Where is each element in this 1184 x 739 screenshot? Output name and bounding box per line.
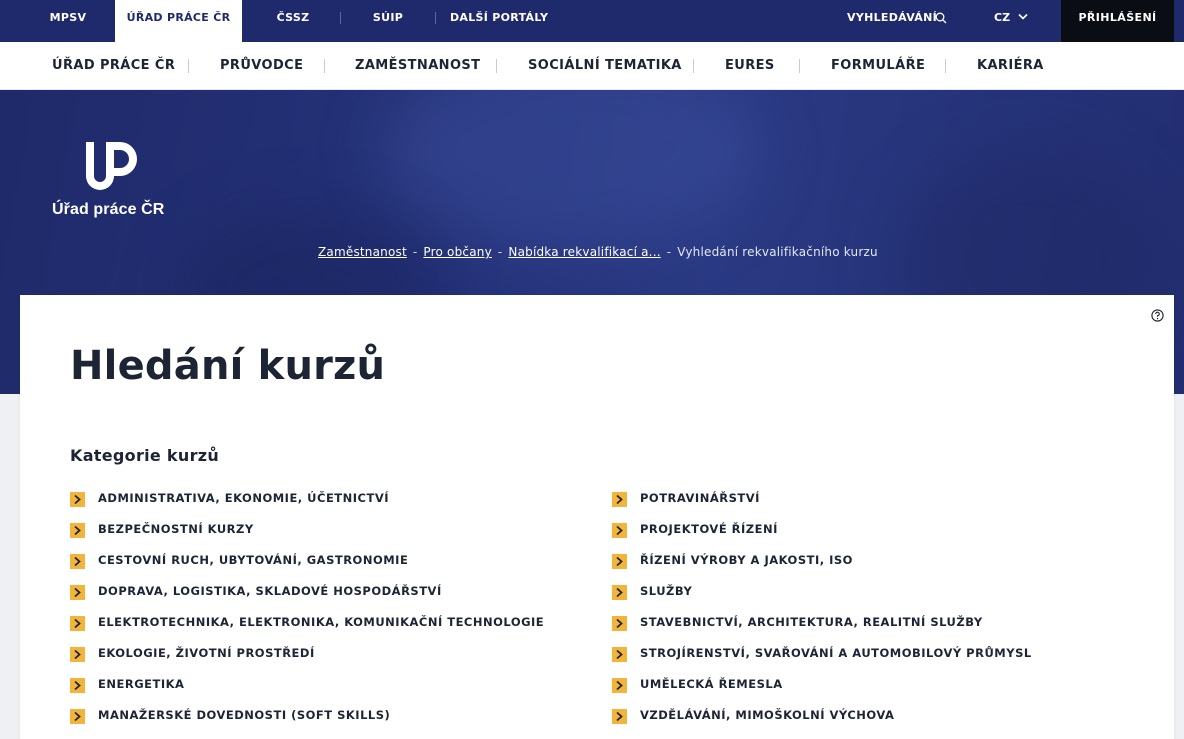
chevron-right-icon bbox=[612, 523, 627, 538]
category-label: ADMINISTRATIVA, EKONOMIE, ÚČETNICTVÍ bbox=[98, 491, 390, 505]
nav-item-formulare[interactable]: FORMULÁŘE bbox=[831, 42, 925, 90]
breadcrumb-link-nabidka-rekvalifikaci[interactable]: Nabídka rekvalifikací a... bbox=[508, 245, 660, 259]
hero-background-shape bbox=[380, 90, 760, 250]
chevron-right-icon bbox=[612, 647, 627, 662]
portal-link-urad-prace[interactable]: ÚŘAD PRÁCE ČR bbox=[115, 0, 242, 42]
nav-item-socialni-tematika[interactable]: SOCIÁLNÍ TEMATIKA bbox=[528, 42, 682, 90]
category-label: VZDĚLÁVÁNÍ, MIMOŠKOLNÍ VÝCHOVA bbox=[640, 708, 895, 722]
category-label: POTRAVINÁŘSTVÍ bbox=[640, 491, 760, 505]
category-label: SLUŽBY bbox=[640, 584, 693, 598]
content-card: Hledání kurzů Kategorie kurzů ADMINISTRA… bbox=[20, 295, 1174, 739]
breadcrumb-separator: - bbox=[412, 245, 418, 259]
language-value: CZ bbox=[994, 11, 1011, 24]
portal-divider bbox=[340, 12, 341, 24]
portal-link-cssz[interactable]: ČSSZ bbox=[262, 0, 324, 42]
chevron-right-icon bbox=[70, 492, 85, 507]
breadcrumb-separator: - bbox=[666, 245, 672, 259]
search-icon bbox=[935, 12, 947, 24]
category-label: STROJÍRENSTVÍ, SVAŘOVÁNÍ A AUTOMOBILOVÝ … bbox=[640, 646, 1032, 660]
chevron-right-icon bbox=[612, 585, 627, 600]
chevron-right-icon bbox=[612, 709, 627, 724]
nav-divider bbox=[188, 59, 189, 73]
nav-item-eures[interactable]: EURES bbox=[725, 42, 775, 90]
category-label: DOPRAVA, LOGISTIKA, SKLADOVÉ HOSPODÁŘSTV… bbox=[98, 584, 442, 598]
chevron-right-icon bbox=[70, 523, 85, 538]
login-button[interactable]: PŘIHLÁŠENÍ bbox=[1061, 0, 1174, 42]
portal-link-mpsv[interactable]: MPSV bbox=[36, 0, 100, 42]
portal-link-suip[interactable]: SÚIP bbox=[358, 0, 418, 42]
category-label: ŘÍZENÍ VÝROBY A JAKOSTI, ISO bbox=[640, 553, 853, 567]
category-label: MANAŽERSKÉ DOVEDNOSTI (SOFT SKILLS) bbox=[98, 708, 391, 722]
breadcrumb-link-pro-obcany[interactable]: Pro občany bbox=[423, 245, 491, 259]
chevron-right-icon bbox=[70, 678, 85, 693]
category-label: ENERGETIKA bbox=[98, 677, 185, 691]
nav-divider bbox=[324, 59, 325, 73]
chevron-right-icon bbox=[70, 709, 85, 724]
nav-item-pruvodce[interactable]: PRŮVODCE bbox=[220, 42, 303, 90]
category-label: BEZPEČNOSTNÍ KURZY bbox=[98, 522, 254, 536]
logo-text: Úřad práce ČR bbox=[52, 201, 165, 218]
chevron-right-icon bbox=[612, 678, 627, 693]
category-label: PROJEKTOVÉ ŘÍZENÍ bbox=[640, 522, 778, 536]
help-icon[interactable] bbox=[1151, 309, 1164, 322]
category-label: EKOLOGIE, ŽIVOTNÍ PROSTŘEDÍ bbox=[98, 646, 315, 660]
language-select[interactable]: CZ bbox=[994, 0, 1034, 36]
nav-item-kariera[interactable]: KARIÉRA bbox=[977, 42, 1044, 90]
category-label: CESTOVNÍ RUCH, UBYTOVÁNÍ, GASTRONOMIE bbox=[98, 553, 409, 567]
nav-divider bbox=[496, 59, 497, 73]
chevron-right-icon bbox=[612, 554, 627, 569]
nav-divider bbox=[945, 59, 946, 73]
page-title: Hledání kurzů bbox=[70, 343, 386, 389]
category-label: STAVEBNICTVÍ, ARCHITEKTURA, REALITNÍ SLU… bbox=[640, 615, 983, 629]
breadcrumb-separator: - bbox=[497, 245, 503, 259]
nav-divider bbox=[693, 59, 694, 73]
chevron-down-icon bbox=[1018, 13, 1028, 20]
breadcrumb-current: Vyhledání rekvalifikačního kurzu bbox=[677, 245, 878, 259]
portal-link-dalsi[interactable]: DALŠÍ PORTÁLY bbox=[450, 0, 548, 42]
nav-divider bbox=[799, 59, 800, 73]
breadcrumb-link-zamestnanost[interactable]: Zaměstnanost bbox=[318, 245, 407, 259]
category-label: ELEKTROTECHNIKA, ELEKTRONIKA, KOMUNIKAČN… bbox=[98, 615, 545, 629]
chevron-right-icon bbox=[70, 585, 85, 600]
search-button[interactable]: VYHLEDÁVÁNÍ bbox=[847, 0, 947, 36]
chevron-right-icon bbox=[612, 492, 627, 507]
search-label: VYHLEDÁVÁNÍ bbox=[847, 11, 937, 24]
chevron-right-icon bbox=[70, 647, 85, 662]
breadcrumb: Zaměstnanost - Pro občany - Nabídka rekvalif… bbox=[318, 245, 878, 259]
urad-prace-logo[interactable]: Úřad práce ČR bbox=[52, 140, 172, 220]
chevron-right-icon bbox=[70, 616, 85, 631]
chevron-right-icon bbox=[70, 554, 85, 569]
chevron-right-icon bbox=[612, 616, 627, 631]
category-label: UMĚLECKÁ ŘEMESLA bbox=[640, 677, 783, 691]
portal-divider bbox=[435, 12, 436, 24]
logo-mark-icon bbox=[86, 142, 137, 190]
nav-item-urad-prace[interactable]: ÚŘAD PRÁCE ČR bbox=[52, 42, 175, 90]
nav-item-zamestnanost[interactable]: ZAMĚSTNANOST bbox=[355, 42, 480, 90]
category-heading: Kategorie kurzů bbox=[70, 446, 220, 465]
top-portal-bar: MPSV ÚŘAD PRÁCE ČR ČSSZ SÚIP DALŠÍ PORTÁ… bbox=[0, 0, 1184, 42]
main-navigation: ÚŘAD PRÁCE ČR PRŮVODCE ZAMĚSTNANOST SOCI… bbox=[0, 42, 1184, 90]
